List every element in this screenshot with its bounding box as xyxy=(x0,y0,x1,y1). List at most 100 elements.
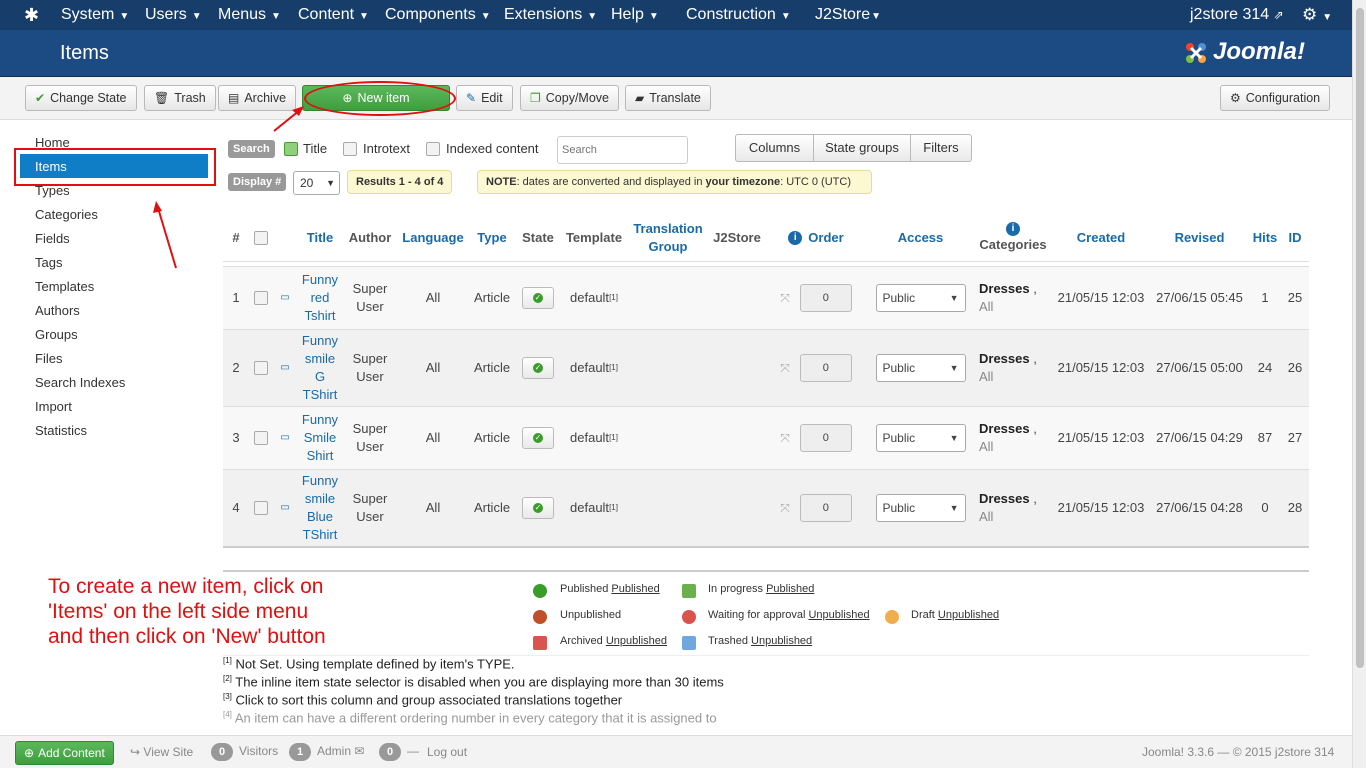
joomla-logo: Joomla! xyxy=(1183,38,1305,66)
sidebar-item-templates[interactable]: Templates xyxy=(35,279,94,294)
monitor-icon[interactable]: ▭ xyxy=(280,359,289,377)
state-toggle-button[interactable]: ✓ xyxy=(522,287,554,309)
row-checkbox[interactable] xyxy=(254,501,268,515)
copy-move-button[interactable]: ❐ Copy/Move xyxy=(520,85,619,111)
row-type: Article xyxy=(473,430,511,445)
menu-help[interactable]: Help ▼ xyxy=(611,0,659,30)
sidebar-item-import[interactable]: Import xyxy=(35,399,72,414)
legend-link[interactable]: Published xyxy=(611,583,659,595)
access-select[interactable]: Public ▼ xyxy=(875,354,966,382)
joomla-icon[interactable]: ✱ xyxy=(24,0,39,30)
introtext-checkbox[interactable] xyxy=(343,142,357,156)
monitor-icon[interactable]: ▭ xyxy=(280,499,289,517)
drag-handle-icon[interactable]: ⤧ xyxy=(780,429,790,447)
monitor-icon[interactable]: ▭ xyxy=(280,429,289,447)
row-checkbox[interactable] xyxy=(254,361,268,375)
item-title-link[interactable]: Funny red Tshirt xyxy=(300,271,340,325)
menu-menus[interactable]: Menus ▼ xyxy=(218,0,281,30)
legend-link[interactable]: Unpublished xyxy=(606,635,667,647)
col-select-all xyxy=(249,214,273,262)
item-title-link[interactable]: Funny smile G TShirt xyxy=(300,332,340,404)
legend-link[interactable]: Unpublished xyxy=(938,609,999,621)
drag-handle-icon[interactable]: ⤧ xyxy=(780,359,790,377)
scrollbar-thumb[interactable] xyxy=(1356,8,1364,668)
menu-j2store[interactable]: J2Store▼ xyxy=(815,0,881,30)
display-select[interactable]: 20 ▼ xyxy=(293,171,340,195)
columns-button[interactable]: Columns xyxy=(736,135,814,161)
order-input[interactable]: 0 xyxy=(799,284,852,312)
title-checkbox[interactable] xyxy=(284,142,298,156)
state-groups-button[interactable]: State groups xyxy=(814,135,911,161)
add-content-button[interactable]: ⊕ Add Content xyxy=(15,741,114,765)
state-toggle-button[interactable]: ✓ xyxy=(522,427,554,449)
configuration-button[interactable]: ⚙ Configuration xyxy=(1220,85,1331,111)
archive-button[interactable]: ▤ Archive xyxy=(218,85,297,111)
translate-button[interactable]: ▰ Translate xyxy=(625,85,711,111)
trash-button[interactable]: 🗑 Trash xyxy=(144,85,216,111)
gear-icon[interactable]: ⚙ ▼ xyxy=(1302,0,1332,30)
category-sub: All xyxy=(979,299,994,314)
legend-link[interactable]: Unpublished xyxy=(808,609,869,621)
menu-system[interactable]: System ▼ xyxy=(61,0,129,30)
change-state-button[interactable]: ✔ Change State xyxy=(25,85,137,111)
legend-link[interactable]: Unpublished xyxy=(751,635,812,647)
sidebar-item-tags[interactable]: Tags xyxy=(35,255,62,270)
order-input[interactable]: 0 xyxy=(799,494,852,522)
menu-construction[interactable]: Construction ▼ xyxy=(686,0,791,30)
access-select[interactable]: Public ▼ xyxy=(875,424,966,452)
search-input[interactable] xyxy=(557,136,688,164)
access-select[interactable]: Public ▼ xyxy=(875,494,966,522)
row-checkbox[interactable] xyxy=(254,291,268,305)
drag-handle-icon[interactable]: ⤧ xyxy=(780,289,790,307)
legend-label: Archived xyxy=(560,635,603,647)
item-title-link[interactable]: Funny Smile Shirt xyxy=(300,411,340,465)
row-checkbox[interactable] xyxy=(254,431,268,445)
edit-button[interactable]: ✎ Edit xyxy=(456,85,513,111)
menu-components[interactable]: Components ▼ xyxy=(385,0,491,30)
sidebar-item-categories[interactable]: Categories xyxy=(35,207,98,222)
col-hits[interactable]: Hits xyxy=(1249,214,1281,262)
logout-link[interactable]: Log out xyxy=(427,745,467,759)
col-access[interactable]: Access xyxy=(867,214,974,262)
state-toggle-button[interactable]: ✓ xyxy=(522,357,554,379)
items-table: # Title Author Language Type State Templ… xyxy=(223,214,1309,548)
sidebar-item-authors[interactable]: Authors xyxy=(35,303,80,318)
page-scrollbar[interactable] xyxy=(1352,0,1366,768)
sidebar-item-groups[interactable]: Groups xyxy=(35,327,78,342)
drag-handle-icon[interactable]: ⤧ xyxy=(780,499,790,517)
indexed-checkbox[interactable] xyxy=(426,142,440,156)
monitor-icon[interactable]: ▭ xyxy=(280,289,289,307)
item-title-link[interactable]: Funny smile Blue TShirt xyxy=(300,472,340,544)
col-title[interactable]: Title xyxy=(297,214,343,262)
sidebar-item-statistics[interactable]: Statistics xyxy=(35,423,87,438)
sidebar-item-files[interactable]: Files xyxy=(35,351,62,366)
table-row: 2 ▭ Funny smile G TShirt Super User All … xyxy=(223,329,1309,406)
select-all-checkbox[interactable] xyxy=(254,231,268,245)
filters-button[interactable]: Filters xyxy=(911,135,971,161)
order-input[interactable]: 0 xyxy=(799,354,852,382)
col-id[interactable]: ID xyxy=(1281,214,1309,262)
col-created[interactable]: Created xyxy=(1052,214,1150,262)
legend-link[interactable]: Published xyxy=(766,583,814,595)
menu-label: J2Store xyxy=(815,6,871,23)
state-toggle-button[interactable]: ✓ xyxy=(522,497,554,519)
view-site-link[interactable]: ↪ View Site xyxy=(130,745,193,759)
col-order-label: Order xyxy=(808,230,844,245)
menu-extensions[interactable]: Extensions ▼ xyxy=(504,0,597,30)
order-input[interactable]: 0 xyxy=(799,424,852,452)
menu-users[interactable]: Users ▼ xyxy=(145,0,202,30)
col-language[interactable]: Language xyxy=(397,214,469,262)
access-select[interactable]: Public ▼ xyxy=(875,284,966,312)
sidebar-item-fields[interactable]: Fields xyxy=(35,231,70,246)
col-order[interactable]: i Order xyxy=(765,214,867,262)
col-type[interactable]: Type xyxy=(469,214,515,262)
sidebar-item-search-indexes[interactable]: Search Indexes xyxy=(35,375,125,390)
menu-content[interactable]: Content ▼ xyxy=(298,0,369,30)
note-bold: your timezone xyxy=(705,176,781,188)
row-language: All xyxy=(425,290,441,305)
visitors-label: Visitors xyxy=(239,744,279,758)
col-translation-group[interactable]: Translation Group xyxy=(627,214,709,262)
category-name: Dresses xyxy=(979,421,1030,436)
col-revised[interactable]: Revised xyxy=(1150,214,1249,262)
site-link[interactable]: j2store 314 ⇗ xyxy=(1190,0,1284,30)
